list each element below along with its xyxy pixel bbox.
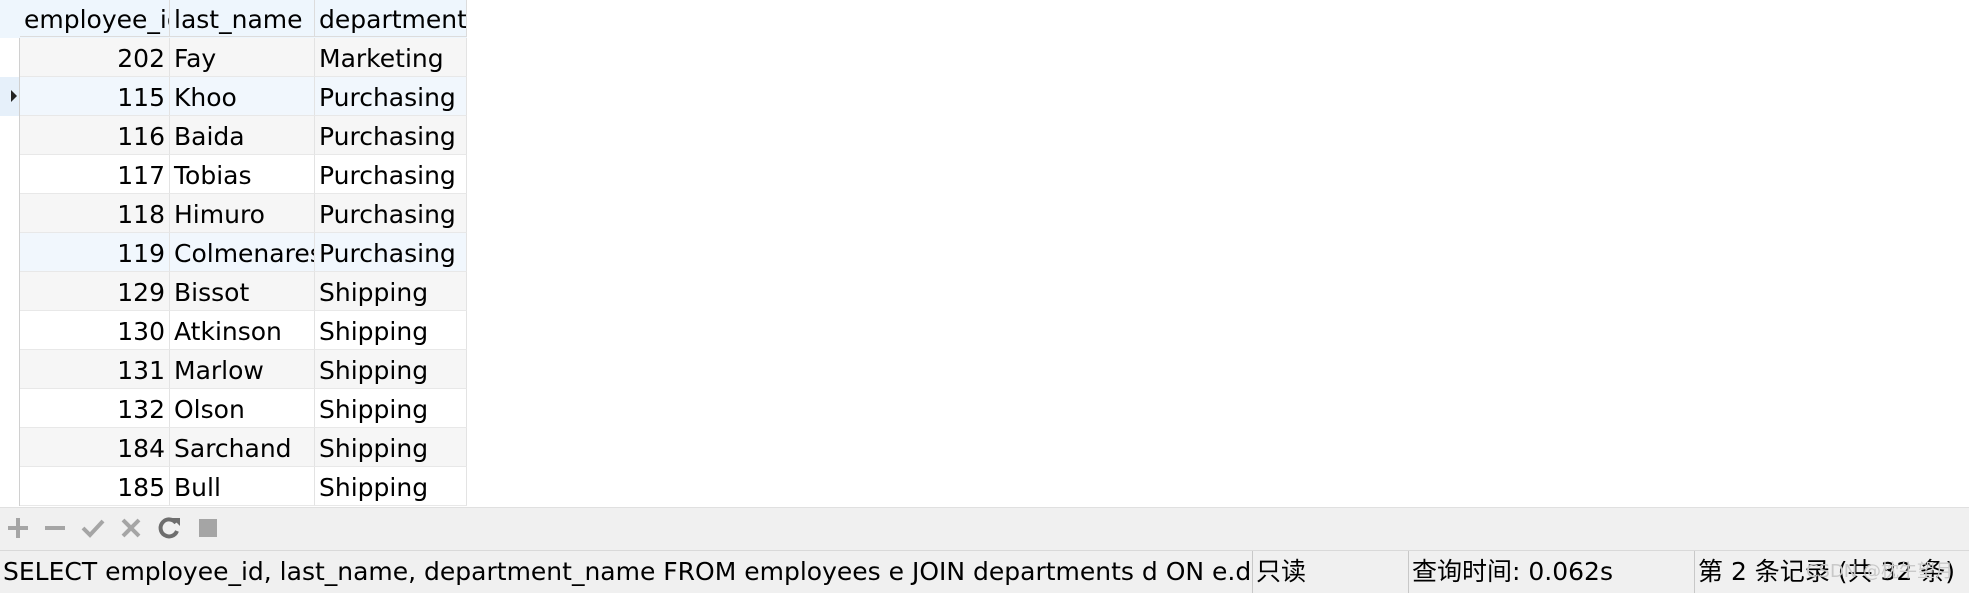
row-selector[interactable] — [0, 350, 20, 389]
row-selector[interactable] — [0, 428, 20, 467]
cell-department-name[interactable]: Purchasing — [315, 116, 467, 155]
cell-department-name[interactable]: Shipping — [315, 350, 467, 389]
cell-last-name[interactable]: Olson — [170, 389, 315, 428]
cell-employee-id[interactable]: 118 — [20, 194, 170, 233]
status-mode: 只读 — [1252, 551, 1408, 593]
cell-department-name[interactable]: Shipping — [315, 428, 467, 467]
table-row[interactable]: 129 Bissot Shipping — [0, 272, 467, 311]
table-row[interactable]: 202 Fay Marketing — [0, 38, 467, 77]
cell-employee-id[interactable]: 117 — [20, 155, 170, 194]
grid-toolbar — [0, 507, 1969, 550]
cell-last-name[interactable]: Tobias — [170, 155, 315, 194]
cell-employee-id[interactable]: 185 — [20, 467, 170, 506]
cell-last-name[interactable]: Baida — [170, 116, 315, 155]
column-header-employee-id[interactable]: employee_id — [20, 0, 170, 37]
table-row[interactable]: 118 Himuro Purchasing — [0, 194, 467, 233]
cell-last-name[interactable]: Atkinson — [170, 311, 315, 350]
cell-department-name[interactable]: Shipping — [315, 311, 467, 350]
cell-department-name[interactable]: Purchasing — [315, 77, 467, 116]
plus-icon[interactable] — [4, 514, 32, 542]
refresh-icon[interactable] — [155, 514, 183, 542]
row-selector[interactable] — [0, 233, 20, 272]
table-row[interactable]: 130 Atkinson Shipping — [0, 311, 467, 350]
current-row-arrow-icon — [11, 90, 17, 102]
cell-employee-id[interactable]: 184 — [20, 428, 170, 467]
watermark: CSDN @枕牛望月 — [1805, 561, 1953, 582]
table-row[interactable]: 115 Khoo Purchasing — [0, 77, 467, 116]
row-selector[interactable] — [0, 155, 20, 194]
table-row[interactable]: 132 Olson Shipping — [0, 389, 467, 428]
row-selector[interactable] — [0, 77, 20, 116]
cell-employee-id[interactable]: 202 — [20, 38, 170, 77]
cell-employee-id[interactable]: 131 — [20, 350, 170, 389]
cell-department-name[interactable]: Purchasing — [315, 194, 467, 233]
table-row[interactable]: 116 Baida Purchasing — [0, 116, 467, 155]
cell-department-name[interactable]: Shipping — [315, 389, 467, 428]
cell-employee-id[interactable]: 132 — [20, 389, 170, 428]
table-row[interactable]: 184 Sarchand Shipping — [0, 428, 467, 467]
cell-last-name[interactable]: Marlow — [170, 350, 315, 389]
row-selector[interactable] — [0, 272, 20, 311]
cell-department-name[interactable]: Purchasing — [315, 155, 467, 194]
row-selector[interactable] — [0, 38, 20, 77]
cell-last-name[interactable]: Himuro — [170, 194, 315, 233]
cell-last-name[interactable]: Colmenares — [170, 233, 315, 272]
cell-employee-id[interactable]: 119 — [20, 233, 170, 272]
row-selector[interactable] — [0, 389, 20, 428]
cell-last-name[interactable]: Fay — [170, 38, 315, 77]
cell-last-name[interactable]: Bissot — [170, 272, 315, 311]
row-selector[interactable] — [0, 311, 20, 350]
row-selector[interactable] — [0, 116, 20, 155]
status-query-time: 查询时间: 0.062s — [1408, 551, 1694, 593]
column-header-last-name[interactable]: last_name — [170, 0, 315, 37]
cell-employee-id[interactable]: 130 — [20, 311, 170, 350]
table-row[interactable]: 119 Colmenares Purchasing — [0, 233, 467, 272]
cell-department-name[interactable]: Shipping — [315, 272, 467, 311]
status-bar: SELECT employee_id, last_name, departmen… — [0, 550, 1969, 593]
row-selector[interactable] — [0, 194, 20, 233]
row-selector[interactable] — [0, 467, 20, 506]
cell-employee-id[interactable]: 129 — [20, 272, 170, 311]
status-query-text: SELECT employee_id, last_name, departmen… — [3, 557, 1251, 586]
cell-department-name[interactable]: Marketing — [315, 38, 467, 77]
cell-department-name[interactable]: Purchasing — [315, 233, 467, 272]
cell-employee-id[interactable]: 115 — [20, 77, 170, 116]
check-icon[interactable] — [79, 514, 107, 542]
table-row[interactable]: 131 Marlow Shipping — [0, 350, 467, 389]
table-row[interactable]: 117 Tobias Purchasing — [0, 155, 467, 194]
cell-last-name[interactable]: Sarchand — [170, 428, 315, 467]
cell-department-name[interactable]: Shipping — [315, 467, 467, 506]
table-row[interactable]: 185 Bull Shipping — [0, 467, 467, 506]
cell-employee-id[interactable]: 116 — [20, 116, 170, 155]
stop-icon[interactable] — [194, 514, 222, 542]
cell-last-name[interactable]: Khoo — [170, 77, 315, 116]
minus-icon[interactable] — [41, 514, 69, 542]
close-icon[interactable] — [117, 514, 145, 542]
column-header-department-name[interactable]: department_ — [315, 0, 467, 37]
cell-last-name[interactable]: Bull — [170, 467, 315, 506]
